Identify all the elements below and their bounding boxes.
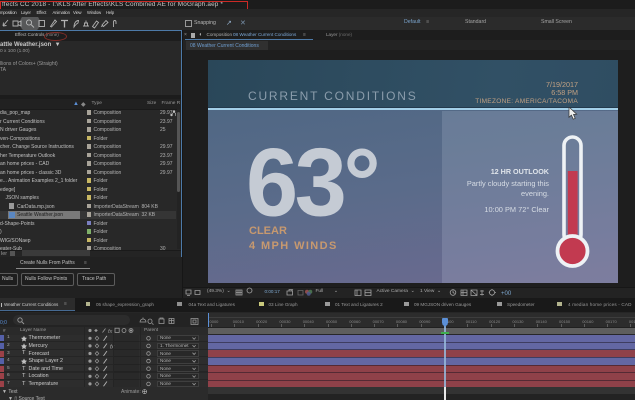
svg-text:+00: +00 [501,291,512,297]
